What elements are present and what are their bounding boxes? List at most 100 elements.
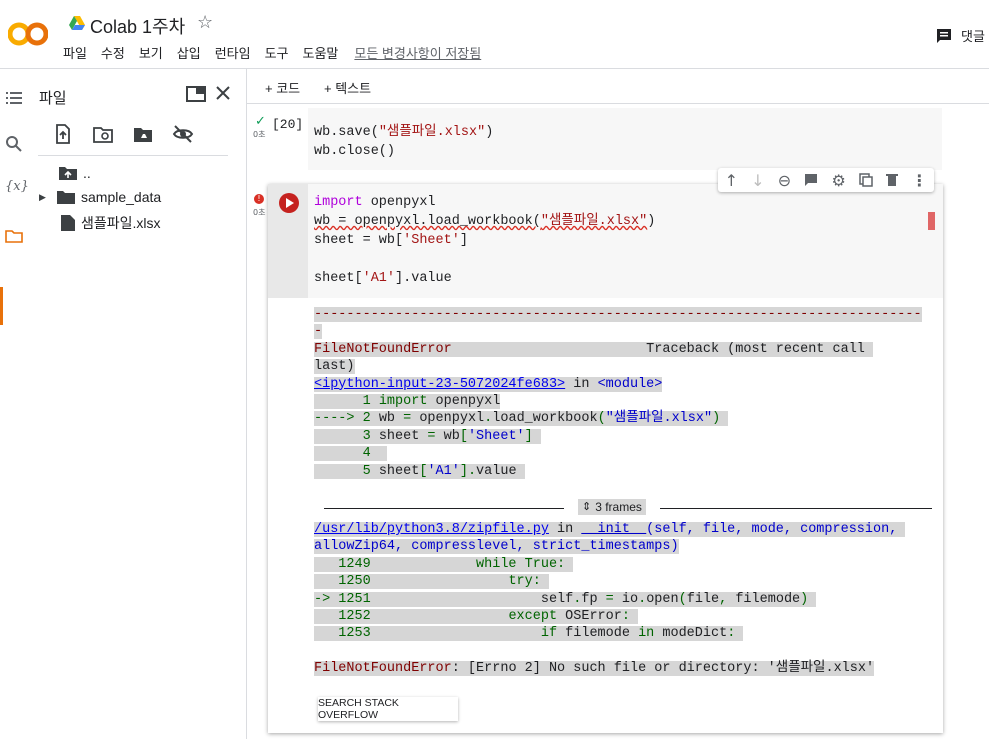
add-text-button[interactable]: + 텍스트 [324,78,371,97]
code-keyword: import [314,195,363,210]
cell-toolbar: ↑ ↓ ⊖ ⚙ ⋮ [718,168,934,192]
error-marker [928,212,935,230]
final-error: FileNotFoundError: [Errno 2] No such fil… [314,660,875,677]
comment-icon[interactable] [804,173,818,187]
unfold-icon: ⇕ [582,501,592,513]
comment-icon [937,28,951,43]
file-tools [52,123,194,145]
exec-count: [20] [272,117,304,132]
tree-item-label: sample_data [81,189,162,205]
open-in-window-icon[interactable] [186,85,206,103]
variables-icon[interactable]: {x} [5,179,29,197]
tree-item-sample-data[interactable]: ▶ sample_data [39,189,161,205]
success-check-icon: ✓ [255,114,266,129]
frames-toggle[interactable]: ⇕ 3 frames [578,499,646,515]
folder-icon [57,191,75,204]
menu-runtime[interactable]: 런타임 [215,43,251,62]
app-header: Colab 1주차 ☆ 파일 수정 보기 삽입 런타임 도구 도움말 모든 변경… [0,0,989,69]
code-string: "샘플파일.xlsx" [378,125,486,140]
code-token: ) [647,214,656,229]
traceback-label: last) [314,359,355,375]
menu-tools[interactable]: 도구 [265,43,289,62]
hide-files-icon[interactable] [172,123,194,145]
in-text: in [565,376,598,392]
menu-insert[interactable]: 삽입 [177,43,201,62]
menu-view[interactable]: 보기 [139,43,163,62]
comment-button[interactable]: 댓글 [935,26,985,45]
star-icon[interactable]: ☆ [197,12,213,33]
code-line-error: wb = openpyxl.load_workbook("샘플파일.xlsx" [314,214,647,229]
traceback-frames: /usr/lib/python3.8/zipfile.py in __init_… [314,522,906,642]
error-message: : [Errno 2] No such file or directory: '… [451,661,875,676]
code-token: wb = openpyxl.load_workbook( [314,214,541,229]
menu-file[interactable]: 파일 [63,43,87,62]
traceback-output: ----------------------------------------… [314,307,922,479]
file-icon [61,215,75,231]
toc-icon[interactable] [5,89,23,107]
close-icon[interactable] [215,85,231,101]
menu-edit[interactable]: 수정 [101,43,125,62]
code-token: wb.save( [314,125,379,140]
file-panel-title: 파일 [39,90,67,107]
exec-time: 0초 [253,208,266,217]
tree-item-label: 샘플파일.xlsx [81,215,161,231]
notebook-title[interactable]: Colab 1주차 [90,13,185,39]
error-icon: ! [254,194,264,204]
code-string: "샘플파일.xlsx" [540,214,648,229]
search-stack-overflow-button[interactable]: SEARCH STACK OVERFLOW [318,697,458,721]
colab-logo[interactable] [8,20,48,48]
left-rail: {x} [0,69,30,739]
file-panel: 파일 .. ▶ sample_data 샘플파일.xlsx [30,69,247,739]
add-code-button[interactable]: + 코드 [265,78,300,97]
code-string: 'A1' [362,271,396,286]
link-icon[interactable]: ⊖ [778,171,791,190]
active-indicator [0,287,3,325]
zipfile-link[interactable]: /usr/lib/python3.8/zipfile.py [314,522,549,537]
saved-status[interactable]: 모든 변경사항이 저장됨 [354,43,481,62]
upload-icon[interactable] [52,123,74,145]
code-token: ].value [395,271,452,286]
frames-divider [324,508,564,509]
error-name: FileNotFoundError [314,661,452,676]
divider [38,155,228,156]
run-button[interactable] [278,192,300,214]
more-vert-icon[interactable]: ⋮ [911,171,927,190]
init-args: allowZip64, compresslevel, strict_timest… [314,539,679,555]
tree-item-label: .. [83,165,91,181]
ipython-input-link[interactable]: <ipython-input-23-5072024fe683> [314,377,565,392]
menu-help[interactable]: 도움말 [303,43,339,62]
search-icon[interactable] [5,135,23,153]
traceback-dashes: - [314,324,323,340]
delete-icon[interactable] [886,173,899,187]
cell-1-code[interactable]: wb.save("샘플파일.xlsx") wb.close() [314,123,493,161]
error-name: FileNotFoundError [314,341,452,357]
code-token: sheet[ [314,271,363,286]
module-name: <module> [597,376,663,392]
arrow-up-icon[interactable]: ↑ [725,171,738,190]
comment-label: 댓글 [961,29,985,44]
mirror-cell-icon[interactable] [859,173,873,187]
code-token: sheet = wb[ [314,233,404,248]
traceback-label: Traceback (most recent call [646,341,874,357]
refresh-folder-icon[interactable] [92,123,114,145]
cell-2-code[interactable]: import openpyxl wb = openpyxl.load_workb… [314,193,655,288]
arrow-down-icon[interactable]: ↓ [751,171,764,190]
settings-icon[interactable]: ⚙ [831,171,845,190]
code-token: openpyxl [362,195,436,210]
frames-divider [660,508,932,509]
folder-icon[interactable] [5,227,23,245]
drive-icon[interactable] [69,16,85,30]
tree-item-xlsx[interactable]: 샘플파일.xlsx [61,213,161,233]
folder-up-icon [59,167,77,180]
traceback-dashes: ----------------------------------------… [314,307,922,322]
notebook-toolbar: + 코드 + 텍스트 [247,69,989,104]
exec-time: 0초 [253,130,266,139]
mount-drive-icon[interactable] [132,123,154,145]
init-args: (self, file, mode, compression, [646,522,906,537]
tree-item-parent[interactable]: .. [59,165,91,181]
expand-arrow-icon[interactable]: ▶ [39,192,51,203]
code-token: ) [485,125,494,140]
code-token: ] [459,233,468,248]
menu-bar: 파일 수정 보기 삽입 런타임 도구 도움말 모든 변경사항이 저장됨 [63,43,481,62]
frames-label: 3 frames [595,500,642,514]
